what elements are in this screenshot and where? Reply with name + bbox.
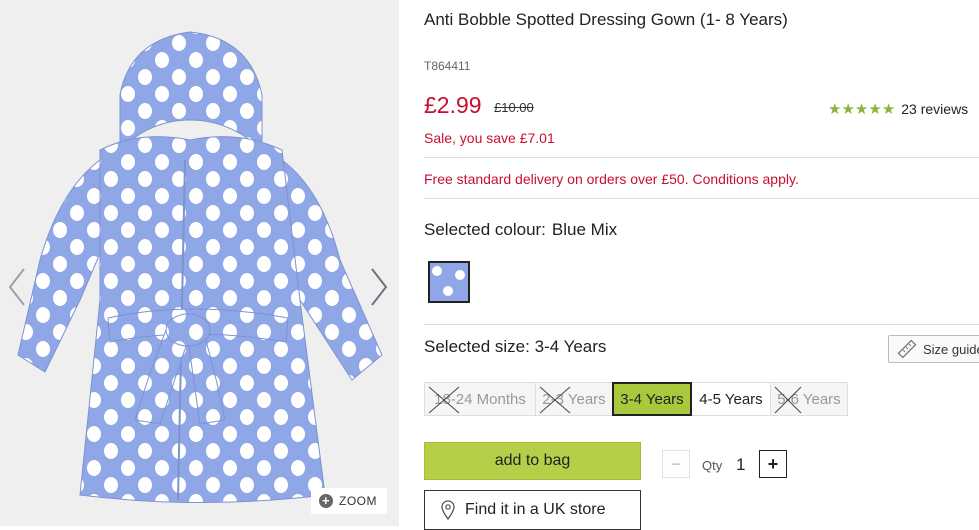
plus-circle-icon: + [319, 494, 333, 508]
product-image [17, 31, 383, 503]
size-option-2-3-years[interactable]: 2-3 Years [535, 382, 613, 416]
size-guide-label: Size guide [923, 341, 979, 357]
star-icon: ★ [854, 100, 869, 118]
colour-value: Blue Mix [551, 220, 618, 239]
swatch-pattern [430, 263, 468, 301]
star-icon: ★ [841, 100, 855, 118]
zoom-label: ZOOM [339, 494, 377, 508]
product-title: Anti Bobble Spotted Dressing Gown (1- 8 … [424, 10, 788, 29]
unavailable-cross-icon [774, 386, 802, 414]
divider [424, 198, 979, 199]
find-in-store-label: Find it in a UK store [465, 501, 606, 518]
gallery-next-button[interactable] [368, 265, 390, 309]
product-image-gallery: + ZOOM [0, 0, 399, 526]
size-option-18-24-months[interactable]: 18-24 Months [424, 382, 536, 416]
delivery-info[interactable]: Free standard delivery on orders over £5… [424, 171, 799, 187]
rating-stars: ★ ★ ★ ★ ★ [828, 102, 895, 117]
size-value: 3-4 Years [534, 337, 607, 356]
sale-savings: Sale, you save £7.01 [424, 130, 555, 146]
map-pin-icon [441, 500, 455, 520]
product-code: T864411 [424, 59, 471, 73]
size-label: Selected size: [424, 337, 530, 356]
qty-increase-button[interactable]: + [759, 450, 787, 478]
gallery-prev-button[interactable] [6, 265, 28, 309]
find-in-store-button[interactable]: Find it in a UK store [424, 490, 641, 530]
star-icon: ★ [868, 100, 882, 118]
unavailable-cross-icon [539, 386, 571, 414]
colour-label: Selected colour: [424, 220, 546, 239]
reviews-link[interactable]: 23 reviews [901, 101, 968, 117]
size-option-5-6-years[interactable]: 5-6 Years [770, 382, 848, 416]
selected-colour: Selected colour: Blue Mix [424, 220, 617, 240]
size-guide-button[interactable]: Size guide [888, 335, 979, 363]
size-option-3-4-years[interactable]: 3-4 Years [612, 382, 692, 416]
ruler-icon [897, 339, 917, 359]
size-option-label: 3-4 Years [620, 390, 684, 408]
size-option-4-5-years[interactable]: 4-5 Years [691, 382, 771, 416]
was-price: £10.00 [494, 100, 534, 115]
unavailable-cross-icon [428, 386, 460, 414]
add-to-bag-button[interactable]: add to bag [424, 442, 641, 480]
rating[interactable]: ★ ★ ★ ★ ★ 23 reviews [828, 101, 968, 117]
star-half-icon: ★ [881, 100, 896, 118]
size-options: 18-24 Months 2-3 Years 3-4 Years 4-5 Yea… [424, 382, 848, 416]
qty-decrease-button[interactable]: − [662, 450, 690, 478]
colour-swatch-blue-mix[interactable] [428, 261, 470, 303]
zoom-button[interactable]: + ZOOM [311, 488, 387, 514]
selected-size: Selected size: 3-4 Years [424, 337, 606, 357]
chevron-left-icon [8, 268, 25, 306]
size-option-label: 4-5 Years [699, 390, 763, 408]
chevron-right-icon [371, 268, 388, 306]
qty-label: Qty [702, 458, 723, 473]
divider [424, 324, 979, 325]
qty-value[interactable]: 1 [736, 455, 745, 475]
divider [424, 157, 979, 158]
current-price: £2.99 [424, 92, 482, 118]
star-icon: ★ [828, 100, 842, 118]
